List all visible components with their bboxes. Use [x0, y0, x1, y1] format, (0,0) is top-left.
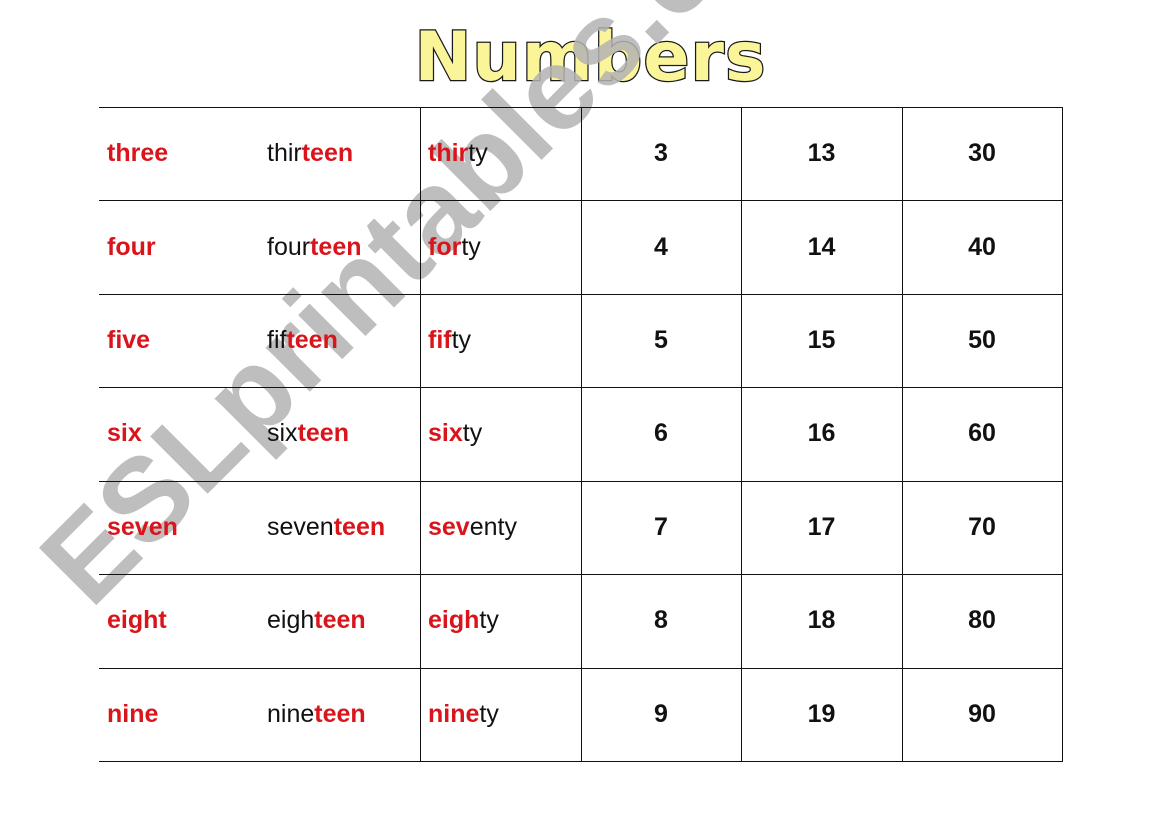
ty-number: 40 — [968, 232, 996, 261]
ty-word-cell: six ty — [428, 387, 580, 480]
teen-number: 18 — [807, 606, 836, 635]
ty-word-suffix: ty — [479, 699, 499, 728]
ty-word-suffix: ty — [468, 139, 488, 168]
numbers-table: three thir teen thir ty 3 13 30 four four teen for t… — [99, 107, 1063, 762]
teen-number: 13 — [807, 139, 836, 168]
teen-word-suffix: teen — [286, 325, 338, 354]
base-word: three — [107, 139, 169, 168]
base-word: seven — [107, 512, 178, 541]
teen-word-stem: four — [267, 232, 311, 261]
table-row: six six teen six ty 6 16 60 — [99, 387, 1063, 480]
base-word-cell: seven — [107, 481, 257, 574]
teen-word-cell: thir teen — [267, 107, 419, 200]
ty-word-cell: nine ty — [428, 667, 580, 760]
ty-word-stem: eigh — [428, 606, 480, 635]
base-word: six — [107, 419, 142, 448]
ty-number: 80 — [968, 606, 996, 635]
ty-word-cell: for ty — [428, 200, 580, 293]
teen-number: 17 — [807, 512, 836, 541]
teen-word-suffix: teen — [297, 419, 349, 448]
base-word-cell: four — [107, 200, 257, 293]
teen-number: 19 — [807, 699, 836, 728]
ty-word-cell: eigh ty — [428, 574, 580, 667]
ty-word-suffix: ty — [479, 606, 499, 635]
base-word-cell: six — [107, 387, 257, 480]
teen-word-suffix: teen — [333, 512, 386, 541]
unit-number: 4 — [654, 232, 668, 261]
table-row: eight eigh teen eigh ty 8 18 80 — [99, 574, 1063, 667]
unit-number: 9 — [654, 699, 668, 728]
unit-number: 5 — [654, 325, 668, 354]
ty-number: 90 — [968, 699, 996, 728]
table-row: five fif teen fif ty 5 15 50 — [99, 294, 1063, 387]
ty-word-stem: thir — [428, 139, 469, 168]
teen-number: 16 — [807, 419, 836, 448]
base-word: five — [107, 325, 151, 354]
ty-word-cell: sev enty — [428, 481, 580, 574]
base-word-cell: three — [107, 107, 257, 200]
teen-number: 14 — [807, 232, 836, 261]
teen-word-suffix: teen — [314, 606, 366, 635]
base-word: eight — [107, 606, 167, 635]
ty-number: 30 — [968, 139, 996, 168]
teen-word-stem: seven — [267, 512, 334, 541]
ty-number: 50 — [968, 325, 996, 354]
ty-word-stem: for — [428, 232, 462, 261]
ty-word-suffix: ty — [451, 325, 472, 354]
teen-word-stem: six — [267, 419, 298, 448]
teen-word-suffix: teen — [310, 232, 362, 261]
ty-word-stem: fif — [428, 325, 452, 354]
unit-number: 7 — [654, 512, 668, 541]
teen-word-suffix: teen — [301, 139, 354, 168]
ty-number: 60 — [968, 419, 996, 448]
teen-word-stem: fif — [267, 325, 287, 354]
teen-word-stem: nine — [267, 699, 315, 728]
base-word-cell: eight — [107, 574, 257, 667]
table-row: three thir teen thir ty 3 13 30 — [99, 107, 1063, 200]
teen-word-cell: eigh teen — [267, 574, 419, 667]
ty-word-stem: nine — [428, 699, 480, 728]
ty-word-cell: thir ty — [428, 107, 580, 200]
teen-word-cell: four teen — [267, 200, 419, 293]
teen-word-cell: seven teen — [267, 481, 419, 574]
base-word-cell: five — [107, 294, 257, 387]
ty-word-suffix: enty — [469, 512, 517, 541]
base-word: nine — [107, 699, 159, 728]
ty-number: 70 — [968, 512, 996, 541]
ty-word-suffix: ty — [461, 232, 481, 261]
teen-number: 15 — [807, 325, 836, 354]
teen-word-cell: fif teen — [267, 294, 419, 387]
ty-word-cell: fif ty — [428, 294, 580, 387]
table-row: four four teen for ty 4 14 40 — [99, 200, 1063, 293]
table-row: nine nine teen nine ty 9 19 90 — [99, 667, 1063, 760]
teen-word-stem: thir — [267, 139, 302, 168]
teen-word-stem: eigh — [267, 606, 315, 635]
table-row: seven seven teen sev enty 7 17 70 — [99, 481, 1063, 574]
unit-number: 6 — [654, 419, 668, 448]
teen-word-suffix: teen — [314, 699, 366, 728]
base-word: four — [107, 232, 156, 261]
teen-word-cell: nine teen — [267, 667, 419, 760]
ty-word-stem: sev — [428, 512, 470, 541]
base-word-cell: nine — [107, 667, 257, 760]
unit-number: 8 — [654, 606, 668, 635]
unit-number: 3 — [654, 139, 668, 168]
ty-word-stem: six — [428, 419, 463, 448]
ty-word-suffix: ty — [462, 419, 483, 448]
teen-word-cell: six teen — [267, 387, 419, 480]
